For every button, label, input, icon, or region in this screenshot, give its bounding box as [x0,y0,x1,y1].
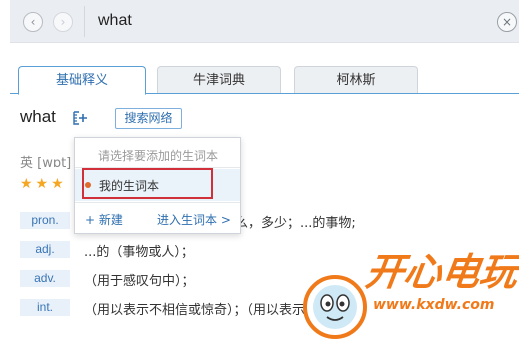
forward-icon[interactable]: › [53,12,73,32]
divider [84,6,85,37]
divider [75,202,240,203]
popup-tip: 请选择要添加的生词本 [98,149,219,163]
watermark-title: 开心电玩 [363,251,519,295]
clear-icon[interactable]: × [497,12,517,32]
headword: what [20,107,56,126]
definition-text: （用以表示不相信或惊奇）；（用以表示 [84,303,306,318]
definition-text: ...的（事物或人）； [84,245,194,260]
phonetic: 英 [wɒt] [20,156,72,171]
search-web-button[interactable]: 搜索网络 [115,108,182,129]
search-bar: ‹ › what × [10,0,519,43]
pos-tag: adj. [20,241,70,258]
search-input[interactable]: what [98,12,132,30]
back-icon[interactable]: ‹ [23,12,43,32]
add-to-wordbook-icon[interactable] [72,110,88,126]
highlight-box [82,168,213,199]
watermark-url: www.kxdw.com [373,297,494,313]
enter-wordbook-link[interactable]: 进入生词本 > [157,211,231,228]
pos-tag: pron. [20,212,70,229]
tab-oxford[interactable]: 牛津词典 [157,66,281,94]
new-wordbook-link[interactable]: + 新建 [85,211,123,228]
tab-collins[interactable]: 柯林斯 [294,66,418,94]
pos-tag: int. [20,299,70,316]
watermark-logo: 开心电玩 www.kxdw.com [303,251,519,339]
definition-text: （用于感叹句中）； [84,274,195,289]
tab-basic[interactable]: 基础释义 [18,66,146,95]
pos-tag: adv. [20,270,70,287]
star-rating: ★★★ [20,176,67,192]
